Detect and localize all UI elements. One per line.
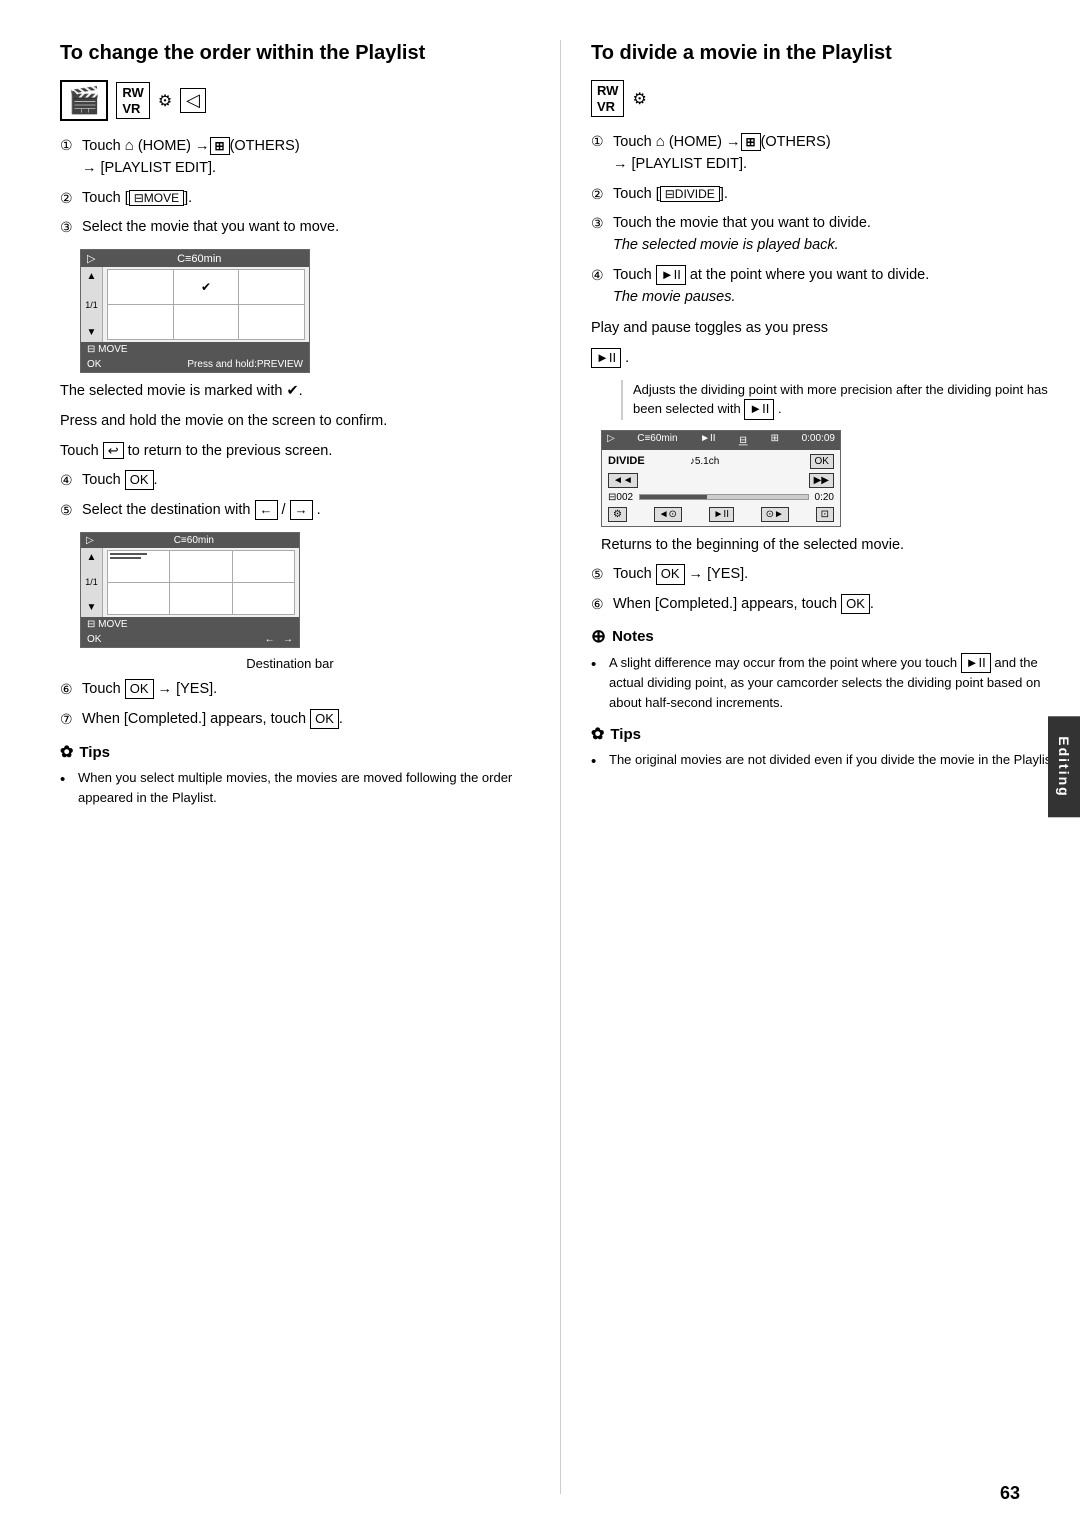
- column-divider: [560, 40, 561, 1494]
- settings-icon-right: ⚙: [632, 89, 646, 109]
- page-number: 63: [1000, 1483, 1020, 1504]
- right-step-2: ② Touch [⊟DIVIDE].: [591, 184, 1061, 206]
- right-column: To divide a movie in the Playlist RWVR ⚙…: [571, 40, 1061, 1494]
- right-step-4: ④ Touch ►II at the point where you want …: [591, 265, 1061, 309]
- right-play-btn-line: ►II .: [591, 348, 1061, 370]
- left-note-hold: Press and hold the movie on the screen t…: [60, 411, 520, 433]
- left-tips-title: Tips: [79, 744, 110, 761]
- right-tip-item-1: • The original movies are not divided ev…: [591, 750, 1061, 770]
- notes-icon-right: ⊕: [591, 626, 606, 647]
- left-tips: ✿ Tips • When you select multiple movies…: [60, 742, 520, 807]
- left-step-3-text: Select the movie that you want to move.: [82, 217, 520, 239]
- right-step-5: ⑤ Touch OK → [YES].: [591, 564, 1061, 586]
- destination-label: Destination bar: [60, 656, 520, 671]
- right-notes-title: Notes: [612, 628, 654, 645]
- right-step-3: ③ Touch the movie that you want to divid…: [591, 213, 1061, 257]
- left-section-title: To change the order within the Playlist: [60, 40, 520, 66]
- back-icon-left: ◁: [180, 88, 206, 113]
- left-step-4: ④ Touch OK.: [60, 470, 520, 492]
- left-step-1: ① Touch ⌂ (HOME) →⊞(OTHERS) → [PLAYLIST …: [60, 135, 520, 180]
- home-icon-l1: ⌂: [125, 137, 134, 154]
- screen1-footer: ⊟ MOVE: [81, 342, 309, 357]
- left-column: To change the order within the Playlist …: [60, 40, 550, 1494]
- left-step-5: ⑤ Select the destination with ← / → .: [60, 500, 520, 522]
- screen1-header: ▷ C≡60min: [81, 250, 309, 267]
- right-tips: ✿ Tips • The original movies are not div…: [591, 724, 1061, 770]
- right-steps-1-4: ① Touch ⌂ (HOME) →⊞(OTHERS) → [PLAYLIST …: [591, 131, 1061, 308]
- divide-screen: ▷ C≡60min ►II 旦 ⊞ 0:00:09 DIVIDE ♪5.1ch …: [601, 430, 841, 527]
- divide-screen-header: ▷ C≡60min ►II 旦 ⊞ 0:00:09: [602, 431, 840, 450]
- left-icon-row: 🎬 RWVR ⚙ ◁: [60, 80, 520, 121]
- screen-image-2: ▷ C≡60min ▲ 1/1 ▼: [80, 532, 300, 648]
- left-note-return: Touch ↩ to return to the previous screen…: [60, 441, 520, 463]
- left-step-6: ⑥ Touch OK → [YES].: [60, 679, 520, 701]
- rw-icon-right: RWVR: [591, 80, 624, 117]
- right-icon-row: RWVR ⚙: [591, 80, 1061, 117]
- tips-icon-right: ✿: [591, 724, 604, 744]
- left-step-2: ② Touch [⊟MOVE].: [60, 188, 520, 210]
- right-step-1: ① Touch ⌂ (HOME) →⊞(OTHERS) → [PLAYLIST …: [591, 131, 1061, 176]
- left-steps-1-3: ① Touch ⌂ (HOME) →⊞(OTHERS) → [PLAYLIST …: [60, 135, 520, 239]
- playlist-icon-left: 🎬: [60, 80, 108, 121]
- right-returns-text: Returns to the beginning of the selected…: [601, 535, 1061, 557]
- rw-icon-left: RWVR: [116, 82, 149, 119]
- right-notes: ⊕ Notes • A slight difference may occur …: [591, 626, 1061, 712]
- right-section-title: To divide a movie in the Playlist: [591, 40, 1061, 66]
- right-tip-text-1: The original movies are not divided even…: [609, 750, 1058, 770]
- left-steps-6-7: ⑥ Touch OK → [YES]. ⑦ When [Completed.] …: [60, 679, 520, 731]
- left-tip-text-1: When you select multiple movies, the mov…: [78, 768, 520, 807]
- left-step-3: ③ Select the movie that you want to move…: [60, 217, 520, 239]
- left-tip-item-1: • When you select multiple movies, the m…: [60, 768, 520, 807]
- right-adjust-note: Adjusts the dividing point with more pre…: [621, 380, 1061, 420]
- right-note-text-1: A slight difference may occur from the p…: [609, 653, 1061, 712]
- editing-sidebar-tab: Editing: [1048, 716, 1080, 817]
- right-note-item-1: • A slight difference may occur from the…: [591, 653, 1061, 712]
- content-columns: To change the order within the Playlist …: [60, 40, 1061, 1494]
- right-tips-title: Tips: [610, 726, 641, 743]
- screen-image-1: ▷ C≡60min ▲ 1/1 ▼ ✔: [80, 249, 310, 373]
- screen2-header: ▷ C≡60min: [81, 533, 299, 548]
- left-step-7: ⑦ When [Completed.] appears, touch OK.: [60, 709, 520, 731]
- page: To change the order within the Playlist …: [0, 0, 1080, 1534]
- right-steps-5-6: ⑤ Touch OK → [YES]. ⑥ When [Completed.] …: [591, 564, 1061, 616]
- tips-icon-left: ✿: [60, 742, 73, 762]
- right-play-pause-text: Play and pause toggles as you press: [591, 318, 1061, 340]
- left-steps-4-5: ④ Touch OK. ⑤ Select the destination wit…: [60, 470, 520, 522]
- right-step-6: ⑥ When [Completed.] appears, touch OK.: [591, 594, 1061, 616]
- settings-icon-left: ⚙: [158, 91, 172, 111]
- left-note-checkmark: The selected movie is marked with ✔.: [60, 381, 520, 403]
